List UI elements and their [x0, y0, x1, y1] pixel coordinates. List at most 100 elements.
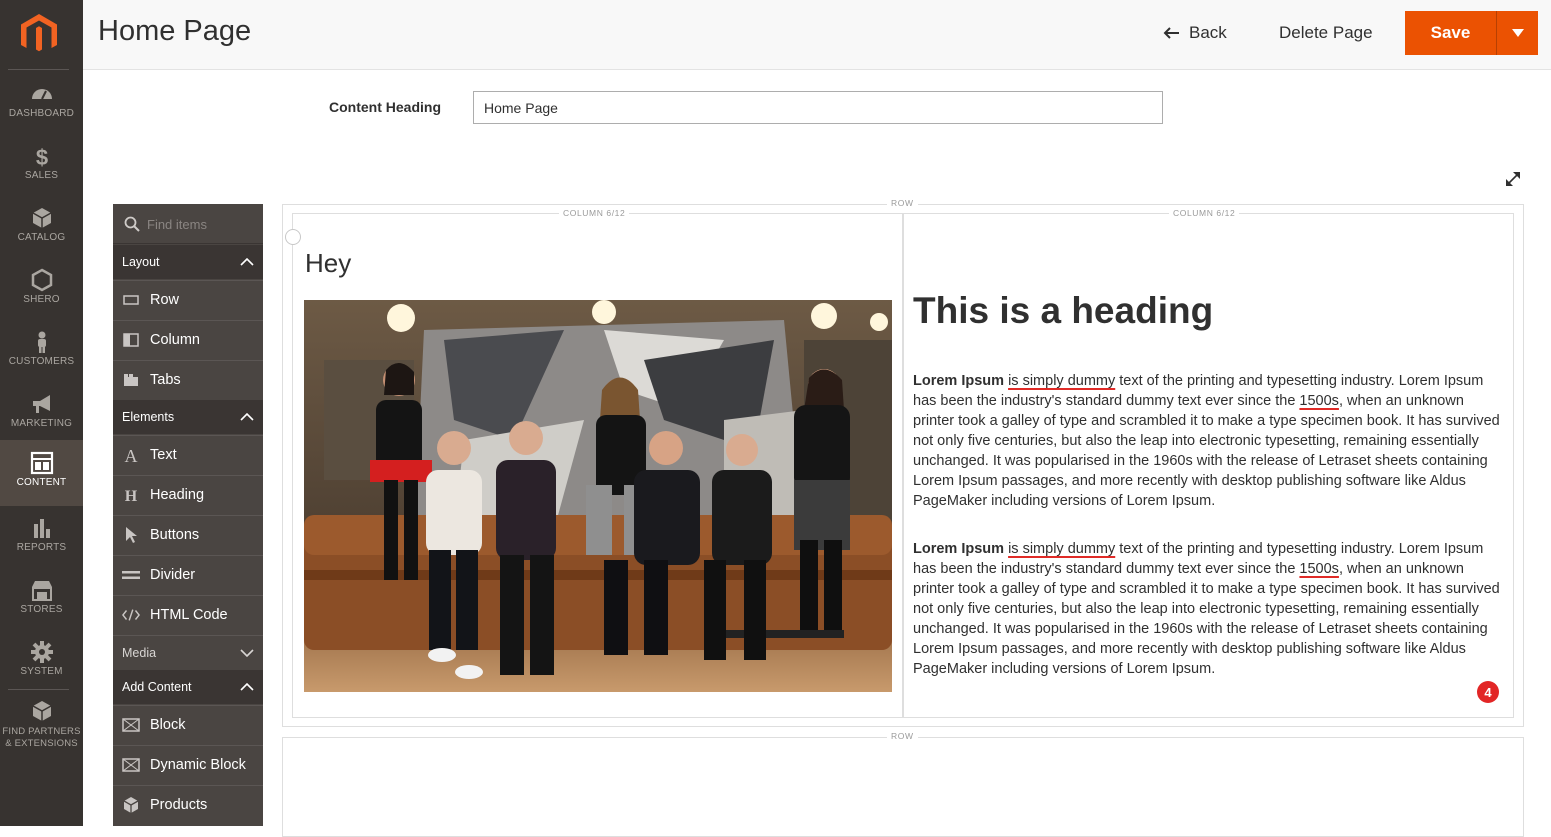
- delete-page-button[interactable]: Delete Page: [1279, 20, 1373, 46]
- heading-icon: H: [122, 486, 140, 504]
- search-icon: [124, 216, 140, 232]
- nav-divider: [8, 689, 69, 690]
- nav-reports-label: REPORTS: [16, 542, 67, 553]
- panel-item-html-code[interactable]: HTML Code: [113, 595, 263, 634]
- nav-sales-label: SALES: [24, 170, 59, 181]
- page-header: Home Page Back Delete Page Save: [83, 0, 1551, 70]
- svg-text:A: A: [125, 446, 138, 464]
- nav-content-label: CONTENT: [16, 477, 67, 488]
- save-dropdown-toggle[interactable]: [1497, 11, 1538, 55]
- column-label: COLUMN 6/12: [1169, 208, 1240, 218]
- nav-divider: [8, 69, 69, 70]
- back-button[interactable]: Back: [1163, 20, 1227, 46]
- fullscreen-icon[interactable]: [1504, 170, 1522, 188]
- cursor-icon: [122, 526, 140, 544]
- text-paragraph[interactable]: Lorem Ipsum is simply dummy text of the …: [913, 371, 1505, 511]
- group-media[interactable]: Media: [113, 635, 263, 670]
- store-icon: [31, 581, 52, 601]
- bar-chart-icon: [33, 519, 50, 538]
- para-text: , when an unknown printer took a galley …: [913, 393, 1500, 509]
- nav-customers[interactable]: CUSTOMERS: [0, 330, 83, 392]
- save-button[interactable]: Save: [1405, 11, 1496, 55]
- nav-content[interactable]: CONTENT: [0, 440, 83, 506]
- column-label: COLUMN 6/12: [559, 208, 630, 218]
- row-icon: [122, 291, 140, 309]
- magento-logo-icon[interactable]: [18, 12, 60, 54]
- column-icon: [122, 331, 140, 349]
- text-icon: A: [122, 446, 140, 464]
- text-paragraph[interactable]: Lorem Ipsum is simply dummy text of the …: [913, 539, 1505, 679]
- spellcheck-underline: is simply dummy: [1008, 373, 1116, 389]
- nav-dashboard[interactable]: DASHBOARD: [0, 82, 83, 144]
- group-elements[interactable]: Elements: [113, 400, 263, 434]
- nav-find-partners[interactable]: FIND PARTNERS & EXTENSIONS: [0, 700, 83, 756]
- nav-system-label: SYSTEM: [20, 666, 63, 677]
- panel-item-label: Row: [150, 292, 180, 308]
- panel-item-label: HTML Code: [150, 607, 228, 623]
- team-photo-image[interactable]: [304, 300, 892, 692]
- nav-find-partners-label: FIND PARTNERS & EXTENSIONS: [2, 726, 81, 749]
- panel-item-tabs[interactable]: Tabs: [113, 360, 263, 399]
- left-heading[interactable]: Hey: [305, 248, 351, 279]
- nav-stores[interactable]: STORES: [0, 578, 83, 640]
- caret-down-icon: [1511, 29, 1524, 37]
- person-icon: [37, 331, 46, 353]
- dynamic-block-icon: [122, 756, 140, 774]
- nav-system[interactable]: SYSTEM: [0, 640, 83, 702]
- nav-catalog[interactable]: CATALOG: [0, 206, 83, 268]
- nav-catalog-label: CATALOG: [17, 232, 66, 243]
- group-add-content-label: Add Content: [122, 680, 192, 694]
- panel-item-dynamic-block[interactable]: Dynamic Block: [113, 745, 263, 784]
- dashboard-icon: [31, 89, 52, 100]
- nav-marketing-label: MARKETING: [10, 418, 73, 429]
- nav-customers-label: CUSTOMERS: [8, 356, 75, 367]
- panel-item-label: Heading: [150, 487, 205, 503]
- para-bold-text: Lorem Ipsum: [913, 373, 1005, 389]
- page-title: Home Page: [98, 15, 252, 47]
- group-layout[interactable]: Layout: [113, 245, 263, 279]
- layout-icon: [30, 451, 53, 475]
- nav-shero-label: SHERO: [23, 294, 60, 305]
- back-button-label: Back: [1189, 23, 1227, 42]
- chevron-down-icon: [240, 649, 254, 657]
- spellcheck-underline: 1500s: [1299, 393, 1339, 409]
- content-heading-label: Content Heading: [329, 99, 441, 115]
- spellcheck-underline: 1500s: [1299, 561, 1339, 577]
- panel-item-row[interactable]: Row: [113, 280, 263, 319]
- group-add-content[interactable]: Add Content: [113, 670, 263, 704]
- right-heading[interactable]: This is a heading: [913, 290, 1213, 332]
- cubes-icon: [32, 701, 51, 721]
- spellcheck-underline: is simply dummy: [1008, 541, 1116, 557]
- megaphone-icon: [32, 395, 50, 413]
- find-items-input[interactable]: [147, 214, 257, 234]
- content-heading-input[interactable]: [473, 91, 1163, 124]
- panel-item-label: Text: [150, 447, 177, 463]
- nav-reports[interactable]: REPORTS: [0, 516, 83, 578]
- panel-item-products[interactable]: Products: [113, 785, 263, 824]
- block-icon: [122, 716, 140, 734]
- panel-item-text[interactable]: A Text: [113, 435, 263, 474]
- chevron-up-icon: [240, 413, 254, 421]
- page-builder-panel: Layout Row Column Tabs Elements A Text H…: [113, 204, 263, 826]
- notification-badge[interactable]: 4: [1477, 681, 1499, 703]
- panel-item-label: Tabs: [150, 372, 181, 388]
- chevron-up-icon: [240, 683, 254, 691]
- panel-item-column[interactable]: Column: [113, 320, 263, 359]
- panel-item-label: Block: [150, 717, 186, 733]
- panel-item-buttons[interactable]: Buttons: [113, 515, 263, 554]
- box-icon: [32, 208, 51, 228]
- panel-item-heading[interactable]: H Heading: [113, 475, 263, 514]
- column-drag-handle[interactable]: [285, 229, 301, 245]
- group-elements-label: Elements: [122, 410, 175, 424]
- save-button-group: Save: [1405, 11, 1538, 55]
- panel-item-label: Dynamic Block: [150, 757, 246, 773]
- svg-text:H: H: [125, 488, 138, 504]
- nav-shero[interactable]: SHERO: [0, 268, 83, 330]
- arrow-left-icon: [1163, 27, 1179, 39]
- panel-item-block[interactable]: Block: [113, 705, 263, 744]
- row-label: ROW: [887, 198, 918, 208]
- panel-search: [113, 204, 263, 244]
- nav-sales[interactable]: $ SALES: [0, 144, 83, 206]
- stage-row[interactable]: [282, 737, 1524, 837]
- panel-item-divider[interactable]: Divider: [113, 555, 263, 594]
